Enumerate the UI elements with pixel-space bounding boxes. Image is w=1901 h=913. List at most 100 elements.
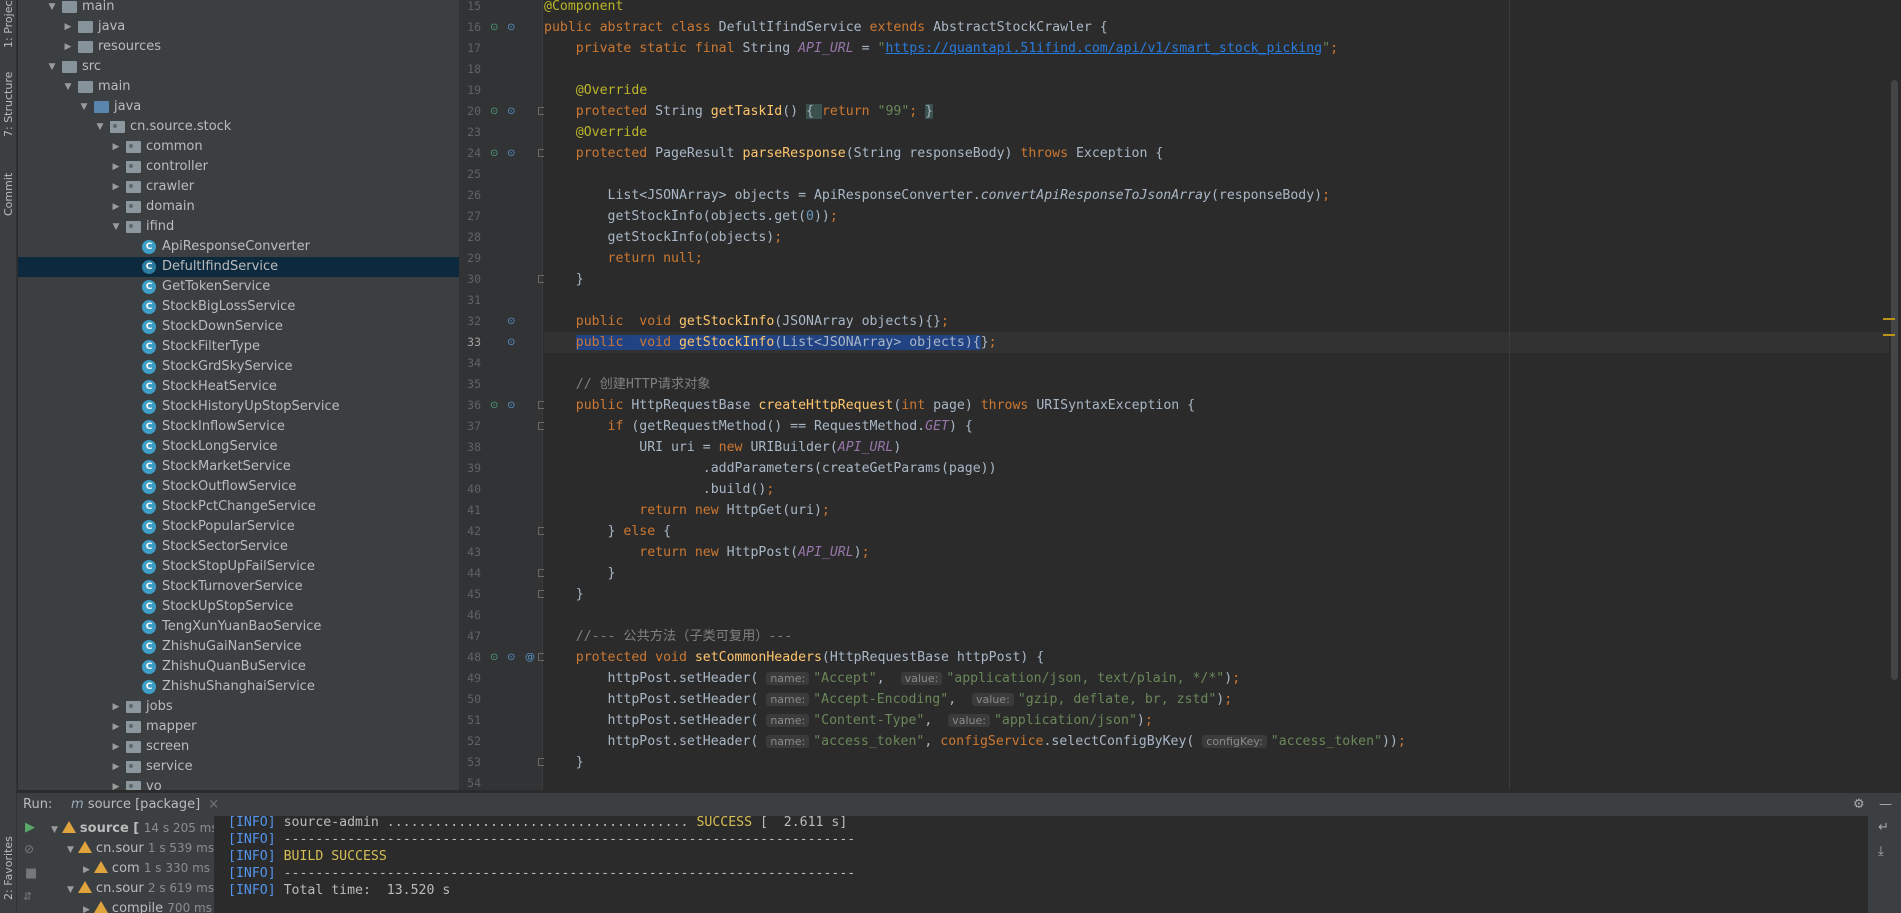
tree-class-item[interactable]: C StockOutflowService [18, 477, 459, 497]
collapsed-arrow-icon[interactable]: ▶ [110, 697, 122, 717]
tree-class-item[interactable]: C StockInflowService [18, 417, 459, 437]
override-marker-icon[interactable]: ⊙ [507, 395, 515, 416]
implemented-marker-icon[interactable]: ⊙ [490, 101, 498, 122]
code-line[interactable]: protected PageResult parseResponse(Strin… [544, 143, 1889, 164]
expanded-arrow-icon[interactable]: ▼ [110, 217, 122, 237]
tree-folder-item[interactable]: ▶ service [18, 757, 459, 777]
code-line[interactable]: getStockInfo(objects.get(0)); [544, 206, 1889, 227]
implemented-marker-icon[interactable]: ⊙ [490, 395, 498, 416]
code-line[interactable]: } [544, 584, 1889, 605]
collapsed-arrow-icon[interactable]: ▶ [110, 757, 122, 777]
tree-class-item[interactable]: C StockFilterType [18, 337, 459, 357]
expanded-arrow-icon[interactable]: ▼ [78, 97, 90, 117]
tree-class-item[interactable]: C TengXunYuanBaoService [18, 617, 459, 637]
code-line[interactable]: public HttpRequestBase createHttpRequest… [544, 395, 1889, 416]
tree-class-item[interactable]: C DefultIfindService [18, 257, 459, 277]
code-line[interactable]: public void getStockInfo(List<JSONArray>… [544, 332, 1889, 353]
error-stripe-mark[interactable] [1883, 334, 1895, 336]
expanded-arrow-icon[interactable]: ▼ [94, 117, 106, 137]
build-tree-item[interactable]: ▼ cn.sour 2 s 619 ms [67, 878, 214, 898]
minimize-icon[interactable]: — [1879, 793, 1892, 817]
error-stripe-mark[interactable] [1883, 318, 1895, 320]
tree-folder-item[interactable]: ▶ mapper [18, 717, 459, 737]
tree-class-item[interactable]: C StockStopUpFailService [18, 557, 459, 577]
code-line[interactable] [544, 164, 1889, 185]
project-tool-tab[interactable]: 1: Project [0, 0, 17, 48]
tree-class-item[interactable]: C StockTurnoverService [18, 577, 459, 597]
code-line[interactable] [544, 353, 1889, 374]
code-line[interactable]: protected String getTaskId() { return "9… [544, 101, 1889, 122]
override-marker-icon[interactable]: ⊙ [507, 332, 515, 353]
code-line[interactable]: .addParameters(createGetParams(page)) [544, 458, 1889, 479]
code-line[interactable] [544, 59, 1889, 80]
tree-folder-item[interactable]: ▶ common [18, 137, 459, 157]
commit-tool-tab[interactable]: Commit [0, 164, 17, 224]
collapsed-arrow-icon[interactable]: ▶ [62, 37, 74, 57]
expanded-arrow-icon[interactable]: ▼ [46, 0, 58, 17]
tree-folder-item[interactable]: ▼ cn.source.stock [18, 117, 459, 137]
tree-folder-item[interactable]: ▶ screen [18, 737, 459, 757]
tree-arrow-icon[interactable]: ▼ [67, 885, 74, 895]
code-line[interactable]: httpPost.setHeader( name: "Accept", value… [544, 668, 1889, 689]
code-line[interactable]: public abstract class DefultIfindService… [544, 17, 1889, 38]
override-marker-icon[interactable]: ⊙ [507, 647, 515, 668]
close-icon[interactable]: × [208, 797, 219, 812]
structure-tool-tab[interactable]: 7: Structure [0, 62, 17, 146]
collapsed-arrow-icon[interactable]: ▶ [110, 157, 122, 177]
code-line[interactable]: httpPost.setHeader( name: "Accept-Encodin… [544, 689, 1889, 710]
debug-icon[interactable]: ⊘ [24, 842, 34, 856]
code-line[interactable] [544, 290, 1889, 311]
tree-class-item[interactable]: C ZhishuShanghaiService [18, 677, 459, 697]
tree-folder-item[interactable]: ▼ java [18, 97, 459, 117]
tree-folder-item[interactable]: ▶ resources [18, 37, 459, 57]
stop-icon[interactable]: ■ [25, 866, 37, 881]
code-line[interactable]: httpPost.setHeader( name: "access_token",… [544, 731, 1889, 752]
code-line[interactable] [544, 605, 1889, 626]
favorites-tool-tab[interactable]: 2: Favorites [0, 826, 17, 910]
code-line[interactable]: return new HttpPost(API_URL); [544, 542, 1889, 563]
tree-class-item[interactable]: C StockLongService [18, 437, 459, 457]
override-marker-icon[interactable]: ⊙ [507, 101, 515, 122]
code-line[interactable]: protected void setCommonHeaders(HttpRequ… [544, 647, 1889, 668]
tree-folder-item[interactable]: ▶ crawler [18, 177, 459, 197]
collapsed-arrow-icon[interactable]: ▶ [110, 737, 122, 757]
tree-class-item[interactable]: C StockBigLossService [18, 297, 459, 317]
tree-folder-item[interactable]: ▶ jobs [18, 697, 459, 717]
code-line[interactable]: } else { [544, 521, 1889, 542]
soft-wrap-icon[interactable]: ↵ [1878, 820, 1889, 835]
editor-scrollbar-thumb[interactable] [1891, 80, 1898, 680]
code-line[interactable] [544, 773, 1889, 790]
scroll-to-end-icon[interactable]: ⤓ [1878, 844, 1884, 859]
code-line[interactable]: @Component [544, 0, 1889, 17]
settings-gear-icon[interactable]: ⚙ [1853, 793, 1865, 817]
code-line[interactable]: } [544, 752, 1889, 773]
code-line[interactable]: } [544, 563, 1889, 584]
collapsed-arrow-icon[interactable]: ▶ [110, 197, 122, 217]
code-line[interactable]: @Override [544, 80, 1889, 101]
tree-class-item[interactable]: C StockHistoryUpStopService [18, 397, 459, 417]
implemented-marker-icon[interactable]: ⊙ [490, 647, 498, 668]
code-line[interactable]: .build(); [544, 479, 1889, 500]
rerun-icon[interactable]: ▶ [25, 820, 35, 835]
tree-class-item[interactable]: C StockGrdSkyService [18, 357, 459, 377]
build-tree-item[interactable]: ▼ source [ 14 s 205 ms [51, 818, 214, 838]
tree-class-item[interactable]: C StockSectorService [18, 537, 459, 557]
tree-folder-item[interactable]: ▼ src [18, 57, 459, 77]
tree-arrow-icon[interactable]: ▼ [67, 845, 74, 855]
code-line[interactable]: return null; [544, 248, 1889, 269]
tree-arrow-icon[interactable]: ▶ [83, 905, 90, 913]
build-tree-item[interactable]: ▶ com 1 s 330 ms [83, 858, 210, 878]
tree-class-item[interactable]: C GetTokenService [18, 277, 459, 297]
tree-arrow-icon[interactable]: ▶ [83, 865, 90, 875]
tree-class-item[interactable]: C StockUpStopService [18, 597, 459, 617]
code-line[interactable]: return new HttpGet(uri); [544, 500, 1889, 521]
tree-folder-item[interactable]: ▶ vo [18, 777, 459, 790]
code-line[interactable]: public void getStockInfo(JSONArray objec… [544, 311, 1889, 332]
code-line[interactable]: getStockInfo(objects); [544, 227, 1889, 248]
tree-folder-item[interactable]: ▼ ifind [18, 217, 459, 237]
code-editor[interactable]: @Component public abstract class DefultIf… [544, 0, 1889, 790]
code-line[interactable]: @Override [544, 122, 1889, 143]
run-tab[interactable]: m source [package] × [71, 793, 219, 817]
annotation-marker-icon[interactable]: @ [525, 647, 535, 668]
collapsed-arrow-icon[interactable]: ▶ [110, 137, 122, 157]
